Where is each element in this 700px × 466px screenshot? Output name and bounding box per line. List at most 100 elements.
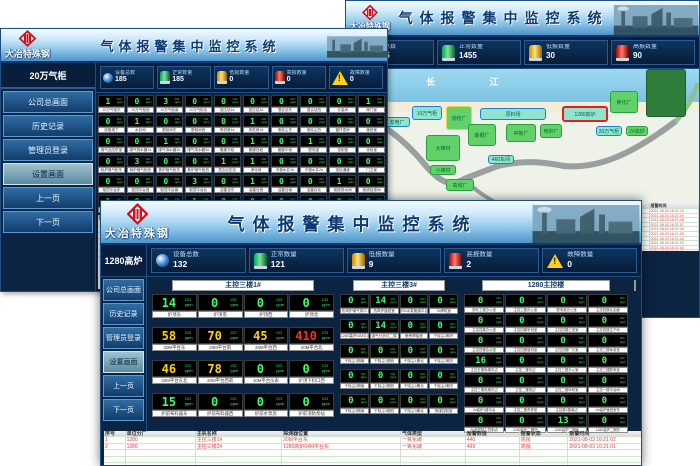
detector-location-label: 2#高炉1楼平台 — [464, 407, 504, 413]
gas-reading-value: 0 — [589, 396, 620, 406]
detector-cell: 0 COppm 焦炉煤气柜西 — [185, 155, 212, 173]
sidebar-nav-button[interactable]: 管理员登录 — [103, 327, 144, 349]
sidebar-nav-button[interactable]: 设置画面 — [3, 163, 93, 185]
detector-location-label: 炉顶南 — [198, 311, 243, 318]
gas-reading-value: 0 — [401, 371, 421, 381]
map-block[interactable]: 原料场 — [480, 108, 546, 120]
detector-cell: 3 COppm 转炉煤气柜西 — [127, 155, 154, 173]
status-icon — [156, 254, 169, 267]
sidebar-nav-button[interactable]: 上一页 — [3, 187, 93, 209]
detector-cell: 0 COppm 磅房焊接室 — [400, 319, 429, 339]
gas-unit: COppm — [620, 357, 627, 364]
status-tile: 设备总数132 — [151, 248, 246, 273]
detector-location-label: 干除尘3期西 — [370, 408, 399, 414]
map-block[interactable]: 大棒材 — [426, 135, 460, 161]
detector-location-label: 柜顶平台东 — [98, 187, 125, 193]
sidebar-nav-button[interactable]: 下一页 — [3, 211, 93, 233]
status-tile: 低报数量30 — [524, 40, 608, 65]
detector-column: 主控三楼3# 0 COppm 热风炉煤气排口 — [340, 280, 458, 428]
detector-row: 0 COppm 干除尘2期南 0 COppm 干除尘2期西 — [340, 369, 458, 389]
detector-row: 0 COppm 放散塔下 1 COppm 水封间 — [98, 115, 385, 133]
gas-reading-value: 0 — [465, 336, 496, 346]
detector-location-label: 转炉煤气柜西 — [127, 167, 154, 173]
gas-reading-value: 0 — [341, 396, 361, 406]
map-block[interactable]: 炼钢厂 — [468, 124, 496, 146]
detector-row: 15 COppm 炉前布料器东 0 COppm 炉前布料器西 — [152, 393, 334, 417]
gas-unit: COppm — [450, 298, 457, 305]
detector-cell: 1 COppm 配电室 — [300, 135, 327, 153]
gas-reading-value: 0 — [401, 321, 421, 331]
gas-reading-value: 0 — [215, 177, 233, 186]
status-icon — [275, 71, 285, 84]
detector-row: 16 COppm 主控五楼电梯东边 0 COppm 主控二楼东边 — [464, 354, 628, 373]
detector-row: 0 COppm 主控四楼办公室 0 COppm 主控四楼甲班室 — [464, 314, 628, 333]
gas-unit: COppm — [538, 417, 545, 424]
sidebar-nav-button[interactable]: 设置画面 — [103, 351, 144, 373]
detector-cell: 0 COppm 主控三楼配电室 — [588, 354, 628, 373]
gas-unit: COppm — [391, 373, 398, 380]
sidebar-nav-button[interactable]: 公司总画面 — [103, 279, 144, 301]
sidebar-nav-button[interactable]: 公司总画面 — [3, 91, 93, 113]
detector-cell: 0 COppm 活塞仓南 — [271, 175, 298, 193]
sidebar-nav-button[interactable]: 历史记录 — [3, 115, 93, 137]
gas-reading-value: 0 — [401, 296, 421, 306]
gas-unit: COppm — [450, 348, 457, 355]
detector-location-label: 管廊中段 — [271, 147, 298, 153]
detector-cell: 0 COppm 煤气加压机室 — [98, 135, 125, 153]
gas-unit: COppm — [361, 298, 368, 305]
detector-location-label: 10万气柜东 — [98, 107, 125, 113]
gas-reading-value: 0 — [341, 346, 361, 356]
gas-unit: COppm — [348, 98, 355, 105]
map-block[interactable]: 20万气柜 — [596, 126, 622, 136]
gas-unit: COppm — [233, 138, 240, 145]
map-block[interactable]: 中板厂 — [506, 124, 536, 142]
detector-location-label: 电除尘东 — [271, 127, 298, 133]
gas-unit: COppm — [579, 397, 586, 404]
map-block[interactable]: 高线厂 — [446, 179, 474, 191]
map-block[interactable]: 10万气柜 — [412, 106, 442, 120]
company-name: 大冶特殊钢 — [5, 47, 50, 60]
gas-unit: COppm — [377, 138, 384, 145]
map-block[interactable]: 焦化厂 — [610, 91, 638, 113]
gas-unit: COppm — [231, 364, 242, 373]
sidebar-nav-button[interactable]: 下一页 — [103, 399, 144, 421]
gas-reading-value: 0 — [128, 137, 146, 146]
gas-reading-value: 0 — [199, 296, 231, 310]
detector-cell: 0 COppm 干除尘2期东 — [429, 344, 458, 364]
detector-cell: 0 COppm 炉顶西 — [244, 294, 289, 318]
gas-reading-value: 0 — [589, 416, 620, 426]
detector-location-label: 主控四楼厂长室 — [547, 347, 587, 353]
detector-location-label: 煤气排水器2# — [156, 147, 183, 153]
status-value: 0 — [287, 76, 307, 85]
col-header: 报警时间 — [650, 203, 699, 208]
gas-reading-value: 45 — [245, 329, 277, 343]
gas-reading-value: 0 — [506, 296, 537, 306]
detector-cell: 0 COppm 主控二楼东边 — [505, 354, 545, 373]
map-block-1280-blast-furnace[interactable]: 1280高炉 — [562, 106, 608, 122]
gas-unit: COppm — [620, 417, 627, 424]
map-block[interactable]: 电炉厂 — [540, 124, 562, 138]
sidebar-nav-button[interactable]: 历史记录 — [103, 303, 144, 325]
gas-unit: COppm — [146, 138, 153, 145]
map-block[interactable]: 460车间 — [488, 155, 514, 164]
gas-unit: COppm — [348, 158, 355, 165]
gas-reading-value: 14 — [153, 296, 185, 310]
map-block[interactable]: 2#高炉 — [626, 126, 648, 136]
sidebar-nav-button[interactable]: 上一页 — [103, 375, 144, 397]
gas-reading-value: 0 — [465, 296, 496, 306]
detector-cell: 0 COppm 干除尘1期北 — [400, 344, 429, 364]
detector-location-label: 管廊东段 — [214, 147, 241, 153]
detector-location-label: 煤气排水器3# — [185, 147, 212, 153]
gas-unit: COppm — [361, 323, 368, 330]
gas-unit: COppm — [420, 373, 427, 380]
detector-cell: 410 COppm 20M平台北 — [289, 327, 334, 351]
gas-unit: COppm — [496, 337, 503, 344]
map-block[interactable]: 小棒材 — [430, 165, 456, 175]
detector-location-label: 20M平台东 — [152, 344, 197, 351]
gas-reading-value: 0 — [99, 137, 117, 146]
sidebar-nav-button[interactable]: 管理员登录 — [3, 139, 93, 161]
detector-row: 0 COppm 转炉煤气柜东 3 COppm 转炉煤气柜西 — [98, 155, 385, 173]
detector-location-label: 焦炉煤气柜西 — [185, 167, 212, 173]
gas-reading-value: 1 — [330, 177, 348, 186]
detector-row: 0 COppm 主控四楼会议室 0 COppm 主控四楼值班室 — [464, 334, 628, 353]
